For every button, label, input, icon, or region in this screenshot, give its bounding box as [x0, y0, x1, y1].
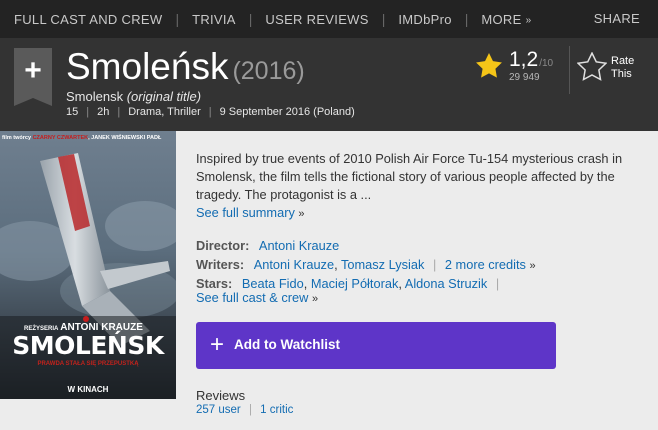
see-full-cast-link[interactable]: See full cast & crew: [196, 290, 308, 305]
rate-label-line-2: This: [611, 68, 632, 80]
writer-link[interactable]: Antoni Krauze: [254, 257, 334, 272]
nav-imdbpro-link[interactable]: IMDbPro: [398, 12, 451, 27]
nav-separator: |: [464, 11, 469, 27]
nav-trivia-link[interactable]: TRIVIA: [192, 12, 236, 27]
chevron-right-icon: »: [529, 260, 536, 272]
page-title: Smoleńsk (2016): [66, 46, 305, 88]
release-date-link[interactable]: 9 September 2016 (Poland): [220, 106, 355, 118]
nav-separator: |: [248, 11, 253, 27]
user-reviews-link[interactable]: 257 user: [196, 404, 241, 416]
director-label: Director:: [196, 238, 250, 253]
title-meta: 15 | 2h | Drama, Thriller | 9 September 2016 (…: [66, 106, 355, 118]
rate-this-button[interactable]: Rate This: [577, 52, 647, 86]
chevron-right-icon: »: [311, 293, 319, 305]
rating-value: 1,2/10: [509, 48, 553, 72]
nav-separator: |: [175, 11, 180, 27]
stars-label: Stars:: [196, 276, 233, 291]
poster-title: SMOLEŃSK: [12, 331, 164, 360]
divider: |: [495, 276, 500, 291]
stars-row: Stars: Beata Fido, Maciej Półtorak, Aldo…: [196, 276, 500, 291]
add-to-watchlist-button[interactable]: + Add to Watchlist: [196, 322, 556, 369]
poster-cinema: W KINACH: [67, 385, 109, 394]
rating-count-link[interactable]: 29 949: [509, 72, 540, 83]
runtime: 2h: [97, 106, 110, 118]
plus-icon: +: [210, 331, 225, 358]
director-row: Director: Antoni Krauze: [196, 238, 339, 253]
nav-more-menu[interactable]: MORE»: [481, 12, 531, 27]
star-outline-icon: [577, 52, 607, 81]
poster-credits-prefix: film twórcy: [2, 135, 32, 141]
rate-this-label: Rate This: [611, 55, 641, 81]
writer-link[interactable]: Tomasz Lysiak: [341, 257, 424, 272]
nav-more-label: MORE: [481, 11, 522, 27]
director-link[interactable]: Antoni Krauze: [259, 238, 339, 253]
star-link[interactable]: Aldona Struzik: [405, 276, 488, 291]
reviews-links: 257 user | 1 critic: [196, 404, 293, 416]
nav-separator: |: [381, 11, 386, 27]
original-title-note: (original title): [126, 89, 202, 104]
plot-summary: Inspired by true events of 2010 Polish A…: [196, 150, 646, 223]
top-navigation: FULL CAST AND CREW | TRIVIA | USER REVIE…: [0, 0, 658, 38]
star-icon: [476, 53, 502, 78]
title-header: + Smoleńsk (2016) Smolensk (original titl…: [0, 38, 658, 131]
see-cast-row: See full cast & crew »: [196, 290, 318, 305]
poster-tagline: PRAWDA STAŁA SIĘ PRZEPUSTKĄ: [37, 361, 139, 367]
plus-icon: +: [24, 54, 42, 87]
movie-title: Smoleńsk: [66, 46, 229, 87]
summary-text: Inspired by true events of 2010 Polish A…: [196, 151, 623, 202]
chevron-right-icon: »: [298, 208, 305, 220]
chevron-double-down-icon: »: [525, 14, 532, 26]
nav-full-cast-link[interactable]: FULL CAST AND CREW: [14, 12, 162, 27]
rating-summary: 1,2/10 29 949: [475, 48, 565, 88]
original-title-text: Smolensk: [66, 89, 124, 104]
certificate: 15: [66, 106, 79, 118]
writers-label: Writers:: [196, 257, 245, 272]
reviews-heading: Reviews: [196, 388, 246, 403]
original-title: Smolensk (original title): [66, 89, 201, 104]
watchlist-ribbon-button[interactable]: +: [14, 48, 52, 106]
movie-poster[interactable]: film twórcy CZARNY CZWARTEK, JANEK WIŚNI…: [0, 131, 176, 399]
more-credits-link[interactable]: 2 more credits: [445, 257, 526, 272]
movie-year[interactable]: (2016): [232, 57, 304, 85]
divider: |: [432, 257, 437, 272]
rating-best: /10: [539, 58, 554, 69]
divider: [569, 46, 570, 94]
writers-row: Writers: Antoni Krauze, Tomasz Lysiak | …: [196, 257, 536, 272]
see-full-summary-link[interactable]: See full summary: [196, 205, 295, 220]
poster-credits-red: CZARNY CZWARTEK: [32, 135, 89, 141]
add-to-watchlist-label: Add to Watchlist: [234, 337, 340, 352]
star-link[interactable]: Beata Fido: [242, 276, 304, 291]
poster-credits: film twórcy CZARNY CZWARTEK, JANEK WIŚNI…: [2, 135, 162, 141]
poster-credits-suffix: JANEK WIŚNIEWSKI PADŁ: [91, 135, 162, 141]
critic-reviews-link[interactable]: 1 critic: [260, 404, 293, 416]
share-button[interactable]: SHARE: [594, 11, 640, 26]
divider: |: [248, 404, 252, 416]
rating-number: 1,2: [509, 48, 539, 71]
star-link[interactable]: Maciej Półtorak: [311, 276, 398, 291]
nav-user-reviews-link[interactable]: USER REVIEWS: [265, 12, 368, 27]
genres-link[interactable]: Drama, Thriller: [128, 106, 201, 118]
rate-label-line-1: Rate: [611, 55, 635, 67]
